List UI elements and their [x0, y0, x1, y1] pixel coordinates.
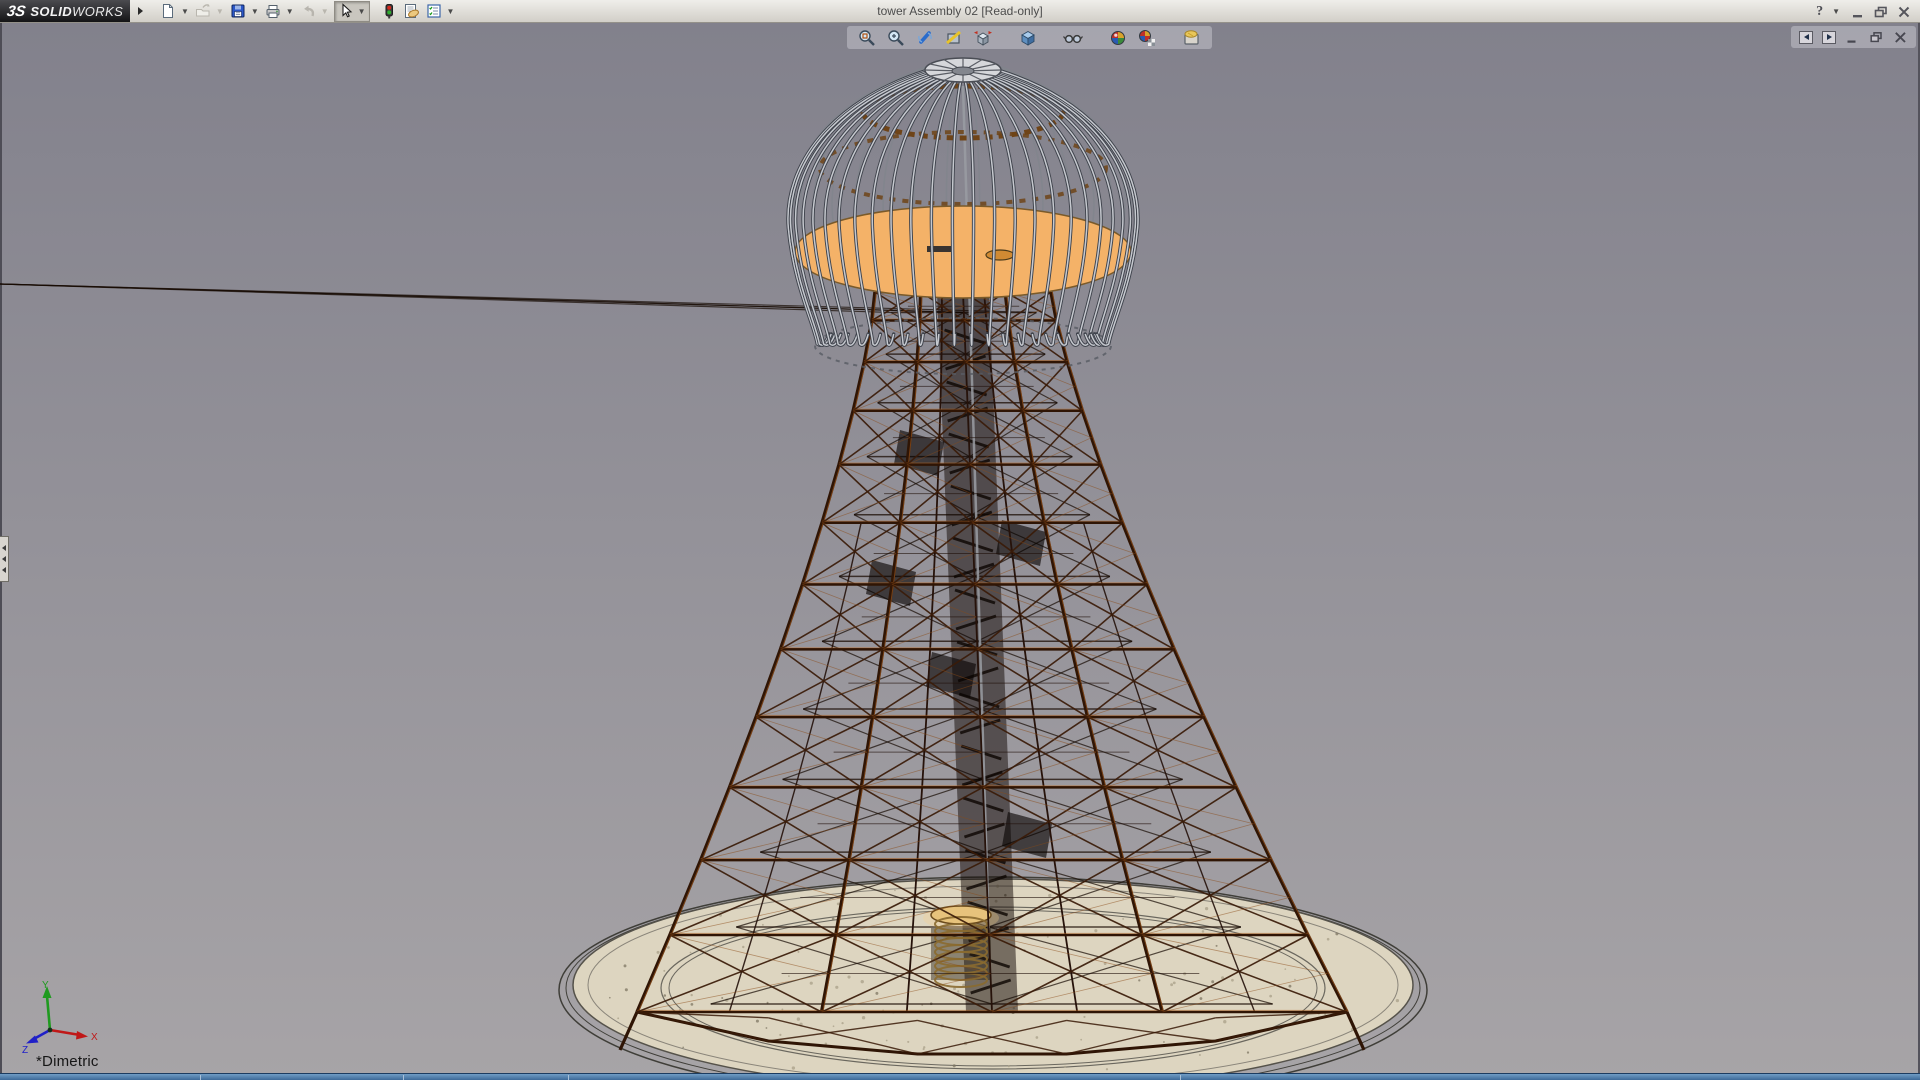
minimize-icon — [1850, 5, 1866, 19]
undo-dropdown-arrow: ▼ — [321, 1, 329, 22]
triad-z-label: Z — [22, 1045, 28, 1056]
left-arrow-icon — [2, 567, 6, 573]
title-bar: 3S SOLIDWORKS ▼ ▼ ▼ ▼ — [0, 0, 1920, 23]
eyeglasses-icon — [1062, 28, 1084, 48]
save-icon — [229, 2, 247, 20]
open-document-icon — [194, 2, 212, 20]
left-arrow-icon — [2, 556, 6, 562]
minimize-app-button[interactable] — [1850, 5, 1866, 19]
triad-y-label: Y — [42, 980, 49, 991]
status-pane-divider — [403, 1075, 404, 1080]
view-orientation-icon — [973, 28, 993, 48]
restore-icon — [1873, 5, 1889, 19]
options-dropdown-arrow[interactable]: ▼ — [447, 1, 455, 22]
restore-icon — [1869, 31, 1884, 44]
select-tool-group: ▼ — [334, 1, 370, 22]
file-properties-button[interactable] — [401, 1, 422, 22]
print-dropdown-arrow[interactable]: ▼ — [286, 1, 294, 22]
select-cursor-icon — [337, 2, 355, 20]
view-orientation-button[interactable] — [972, 27, 994, 48]
rebuild-traffic-light-icon — [380, 2, 398, 20]
model-canvas[interactable] — [0, 0, 1920, 1080]
zoom-to-area-icon — [886, 28, 906, 48]
solidworks-logo-button[interactable]: 3S SOLIDWORKS — [0, 0, 130, 22]
display-style-icon — [1018, 28, 1038, 48]
print-icon — [264, 2, 282, 20]
close-icon — [1893, 31, 1908, 44]
new-document-icon — [159, 2, 177, 20]
open-document-button[interactable] — [193, 1, 213, 22]
status-pane-divider — [568, 1075, 569, 1080]
left-arrow-icon — [1804, 34, 1809, 40]
edit-appearance-icon — [1182, 28, 1202, 48]
reference-triad: Y X Z — [14, 980, 100, 1056]
right-arrow-icon — [138, 7, 143, 15]
brand-name-bold: SOLID — [30, 4, 72, 19]
previous-window-button[interactable] — [1799, 31, 1813, 44]
restore-app-button[interactable] — [1873, 5, 1889, 19]
realview-sphere-icon — [1137, 28, 1157, 48]
section-view-button[interactable] — [943, 27, 965, 48]
open-dropdown-arrow: ▼ — [216, 1, 224, 22]
brand-name-light: WORKS — [72, 4, 123, 19]
next-window-button[interactable] — [1822, 31, 1836, 44]
rebuild-button[interactable] — [379, 1, 399, 22]
close-icon — [1896, 5, 1912, 19]
zoom-to-fit-button[interactable] — [856, 27, 878, 48]
zoom-to-fit-icon — [857, 28, 877, 48]
undo-button[interactable] — [298, 1, 318, 22]
edit-appearance-button[interactable] — [1181, 27, 1203, 48]
file-properties-icon — [402, 2, 421, 20]
close-app-button[interactable] — [1896, 5, 1912, 19]
status-pane-divider — [200, 1075, 201, 1080]
status-pane-divider — [1180, 1075, 1181, 1080]
options-icon — [425, 2, 443, 20]
help-dropdown-arrow[interactable]: ▼ — [1832, 1, 1840, 22]
save-button[interactable] — [228, 1, 248, 22]
close-document-button[interactable] — [1893, 31, 1908, 44]
restore-document-button[interactable] — [1869, 31, 1884, 44]
status-bar — [0, 1073, 1920, 1080]
document-window-controls — [1791, 26, 1916, 48]
right-arrow-icon — [1827, 34, 1832, 40]
new-dropdown-arrow[interactable]: ▼ — [181, 1, 189, 22]
scene-sphere-icon — [1108, 28, 1128, 48]
new-document-button[interactable] — [158, 1, 178, 22]
help-button[interactable]: ? — [1816, 4, 1823, 20]
minimize-icon — [1845, 31, 1860, 44]
view-orientation-label: *Dimetric — [36, 1053, 99, 1070]
solidworks-logo-icon: 3S — [6, 3, 27, 20]
feature-panel-collapse-tab[interactable] — [0, 536, 9, 582]
select-tool-button[interactable] — [336, 1, 356, 22]
rotate-view-icon — [915, 28, 935, 48]
options-button[interactable] — [424, 1, 444, 22]
select-dropdown-arrow[interactable]: ▼ — [358, 1, 366, 22]
display-style-button[interactable] — [1017, 27, 1039, 48]
zoom-to-area-button[interactable] — [885, 27, 907, 48]
print-button[interactable] — [263, 1, 283, 22]
section-view-icon — [944, 28, 964, 48]
undo-icon — [299, 2, 317, 20]
left-arrow-icon — [2, 545, 6, 551]
save-dropdown-arrow[interactable]: ▼ — [251, 1, 259, 22]
menu-expand-button[interactable] — [133, 2, 147, 21]
minimize-document-button[interactable] — [1845, 31, 1860, 44]
realview-graphics-button[interactable] — [1136, 27, 1158, 48]
triad-x-label: X — [91, 1032, 98, 1043]
hide-show-items-button[interactable] — [1062, 27, 1084, 48]
apply-scene-button[interactable] — [1107, 27, 1129, 48]
view-heads-up-toolbar — [847, 26, 1212, 49]
rotate-view-button[interactable] — [914, 27, 936, 48]
